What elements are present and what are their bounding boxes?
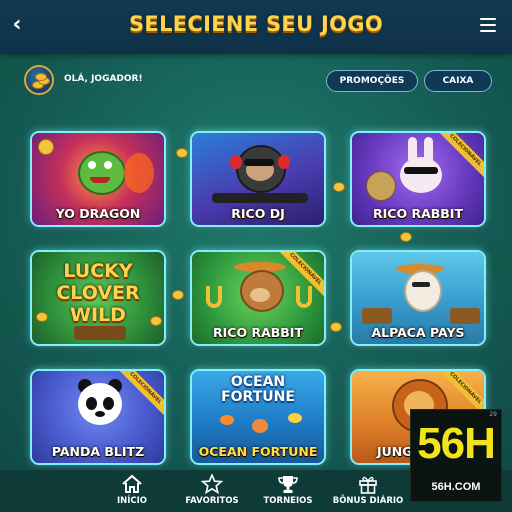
game-title: PANDA BLITZ — [51, 444, 145, 459]
game-card-alpaca-pays[interactable]: ALPACA PAYS — [350, 250, 486, 346]
game-title: RICO DJ — [231, 206, 285, 221]
decorative-coin — [330, 322, 342, 332]
art-title-line: WILD — [70, 304, 126, 326]
game-card-lucky-clover-wild[interactable]: LUCKY CLOVER WILD — [30, 250, 166, 346]
game-title: OCEAN FORTUNE — [198, 444, 318, 459]
coin-badge-icon — [38, 139, 54, 155]
game-card-rico-dj[interactable]: RICO DJ — [190, 131, 326, 227]
watermark-logo: 29 56H 56H.COM — [410, 409, 502, 502]
nav-favorites[interactable]: FAVORITOS — [172, 474, 252, 506]
decorative-coin — [176, 148, 188, 158]
art-title-line: LUCKY — [63, 260, 133, 282]
game-title: YO DRAGON — [55, 206, 141, 221]
watermark-mini-text: 29 — [489, 411, 497, 418]
decorative-coin — [172, 290, 184, 300]
art-title-line: OCEAN — [230, 374, 286, 390]
game-card-rico-rabbit[interactable]: COLECIONÁVEL RICO RABBIT — [350, 131, 486, 227]
decorative-coin — [333, 182, 345, 192]
game-card-ocean-fortune[interactable]: OCEAN FORTUNE OCEAN FORTUNE — [190, 369, 326, 465]
game-card-rico-rabbit-2[interactable]: COLECIONÁVEL RICO RABBIT — [190, 250, 326, 346]
watermark-domain-text: 56H.COM — [431, 481, 481, 493]
nav-daily-bonus[interactable]: BÔNUS DIÁRIO — [328, 474, 408, 506]
home-icon — [122, 474, 142, 493]
nav-label: FAVORITOS — [185, 496, 239, 506]
watermark-big-text: 56H — [417, 419, 496, 468]
star-icon — [201, 474, 223, 494]
art-title-line: CLOVER — [56, 282, 140, 304]
trophy-icon — [278, 476, 298, 493]
game-card-yo-dragon[interactable]: YO DRAGON — [30, 131, 166, 227]
art-title-line: FORTUNE — [221, 389, 295, 405]
game-title: RICO RABBIT — [213, 325, 303, 340]
nav-home[interactable]: INÍCIO — [92, 474, 172, 506]
gift-icon — [359, 476, 377, 494]
nav-label: INÍCIO — [116, 496, 148, 506]
nav-label: TORNEIOS — [263, 496, 313, 506]
game-card-panda-blitz[interactable]: COLECIONÁVEL PANDA BLITZ — [30, 369, 166, 465]
nav-tournaments[interactable]: TORNEIOS — [248, 474, 328, 506]
nav-label: BÔNUS DIÁRIO — [332, 496, 404, 506]
game-title: RICO RABBIT — [373, 206, 463, 221]
decorative-coin — [400, 232, 412, 242]
game-title: ALPACA PAYS — [371, 325, 465, 340]
